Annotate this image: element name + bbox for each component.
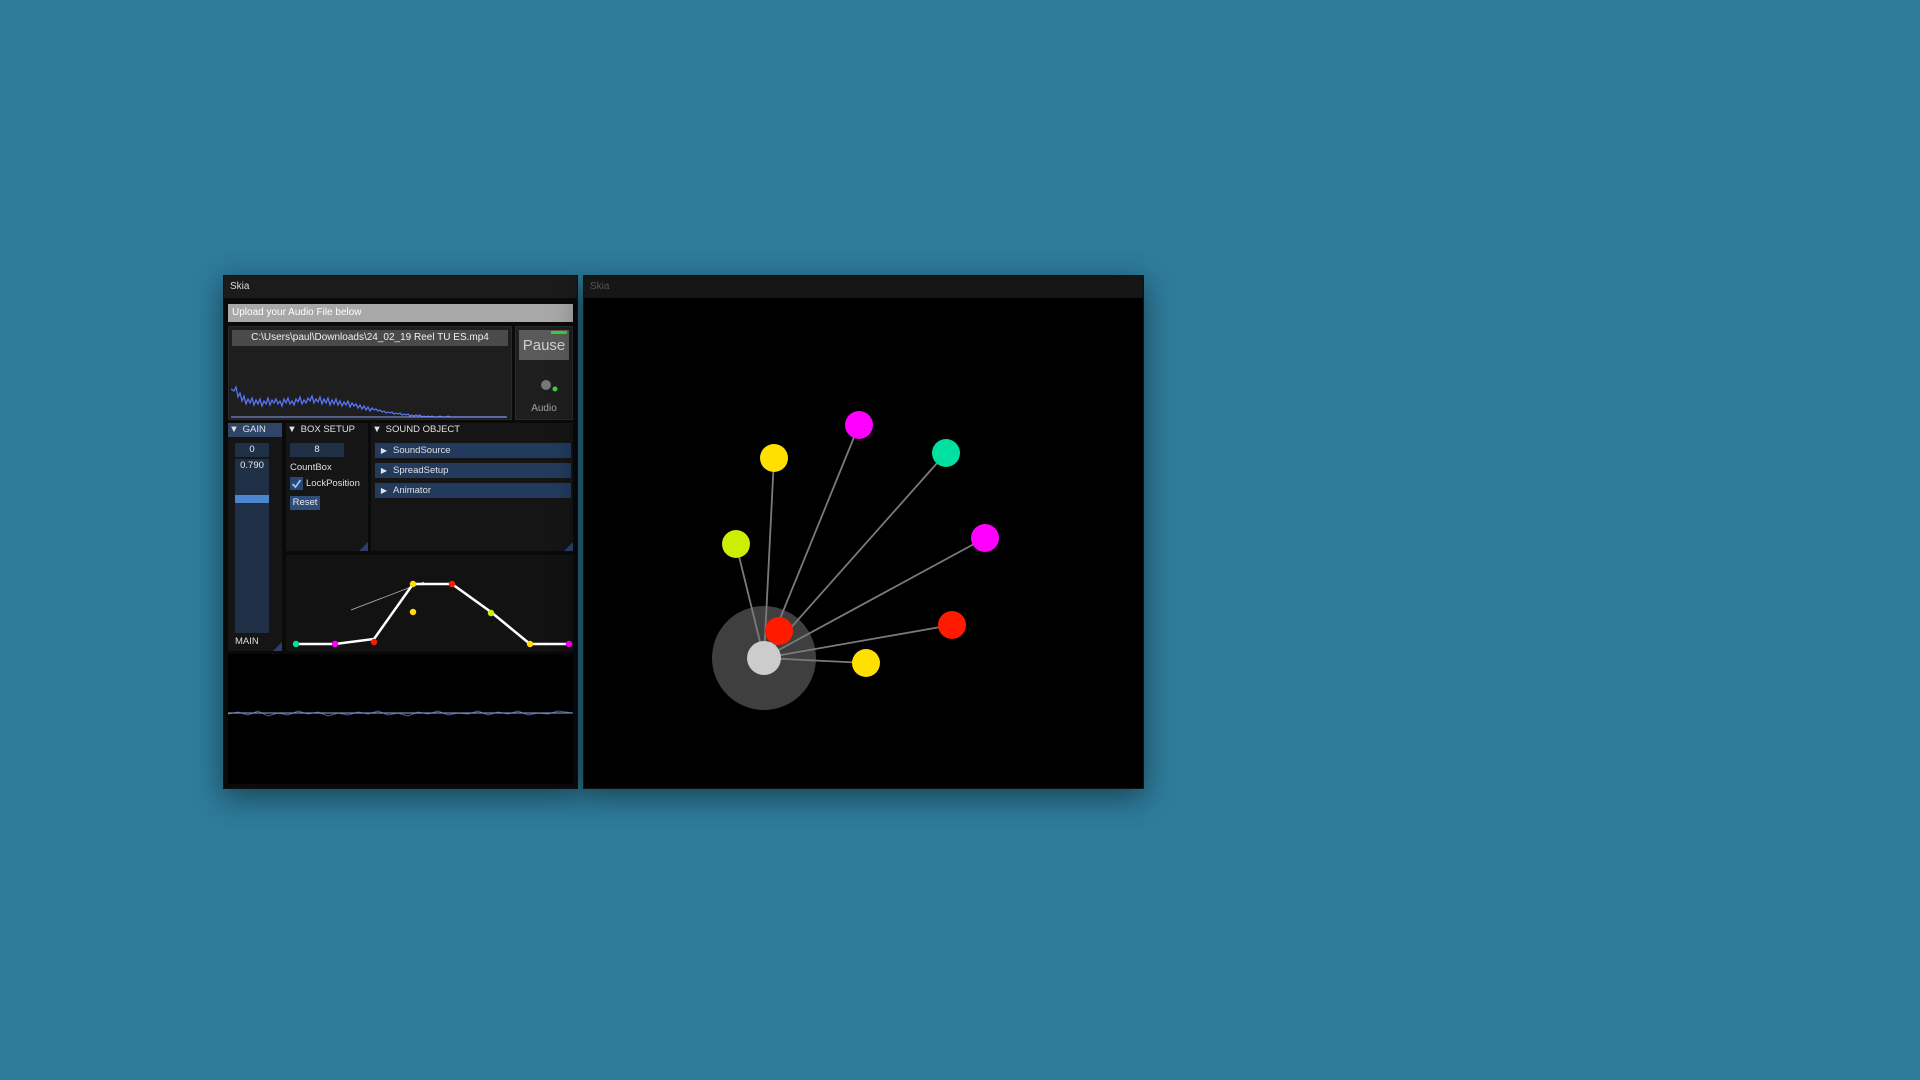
curve-point[interactable] (331, 640, 339, 648)
sound-source-node[interactable] (932, 439, 960, 467)
triangle-down-icon: ▼ (372, 424, 382, 435)
lock-position-checkbox[interactable] (290, 477, 303, 490)
triangle-down-icon: ▼ (287, 424, 297, 435)
gain-header-label: GAIN (242, 424, 266, 435)
sound-source-node[interactable] (760, 444, 788, 472)
visualizer-window: Skia (583, 275, 1144, 789)
playback-panel: Pause Audio (515, 326, 573, 420)
reset-button[interactable]: Reset (290, 496, 320, 510)
sound-item-label: SpreadSetup (393, 465, 449, 476)
triangle-right-icon: ▶ (380, 466, 388, 475)
audio-label: Audio (531, 403, 557, 414)
spectrum-graph (231, 385, 507, 418)
resize-handle[interactable] (273, 642, 282, 651)
window-title: Skia (224, 276, 577, 298)
output-waveform (227, 654, 574, 784)
curve-point[interactable] (409, 608, 417, 616)
curve-point[interactable] (292, 640, 300, 648)
gain-header[interactable]: ▼ GAIN (228, 423, 282, 437)
curve-point[interactable] (487, 609, 495, 617)
sound-object-header[interactable]: ▼ SOUND OBJECT (371, 423, 573, 437)
gain-slider[interactable] (235, 473, 269, 633)
gain-panel: ▼ GAIN 0 0.790 MAIN (228, 423, 282, 651)
check-icon (291, 479, 302, 489)
sound-item-label: SoundSource (393, 445, 451, 456)
triangle-right-icon: ▶ (380, 486, 388, 495)
output-waveform-graph (227, 710, 574, 717)
curve-point[interactable] (370, 638, 378, 646)
file-path-field[interactable]: C:\Users\paul\Downloads\24_02_19 Reel TU… (232, 330, 508, 346)
sound-object-panel: ▼ SOUND OBJECT ▶ SoundSource ▶ SpreadSetup… (371, 423, 573, 551)
sound-source-node[interactable] (852, 649, 880, 677)
waveform-panel: C:\Users\paul\Downloads\24_02_19 Reel TU… (228, 326, 512, 420)
sound-source-node[interactable] (765, 617, 793, 645)
gain-min-field[interactable]: 0 (235, 443, 269, 457)
playing-indicator (551, 331, 567, 334)
curve-point[interactable] (409, 580, 417, 588)
audio-status-icon (541, 380, 558, 392)
resize-handle[interactable] (359, 542, 368, 551)
curve-line (296, 582, 569, 646)
gain-value-field[interactable]: 0.790 (235, 459, 269, 473)
curve-point[interactable] (526, 640, 534, 648)
listener-center-node[interactable] (747, 641, 781, 675)
control-window: Skia Upload your Audio File below C:\Use… (223, 275, 578, 789)
triangle-down-icon: ▼ (229, 424, 239, 435)
triangle-right-icon: ▶ (380, 446, 388, 455)
pause-button[interactable]: Pause (519, 330, 569, 360)
sound-source-node[interactable] (938, 611, 966, 639)
count-box-label: CountBox (290, 462, 332, 473)
lock-position-row[interactable]: LockPosition (290, 477, 360, 491)
sound-object-visualizer[interactable] (584, 298, 1141, 786)
animation-curve-editor[interactable] (286, 555, 573, 651)
curve-point[interactable] (565, 640, 573, 648)
resize-handle[interactable] (564, 542, 573, 551)
window-title: Skia (584, 276, 1143, 298)
main-label: MAIN (235, 636, 259, 647)
sound-object-header-label: SOUND OBJECT (385, 424, 461, 435)
sound-source-item[interactable]: ▶ SoundSource (375, 443, 571, 458)
lock-position-label: LockPosition (306, 478, 360, 490)
box-setup-header-label: BOX SETUP (300, 424, 356, 435)
gain-slider-handle[interactable] (235, 495, 269, 503)
count-box-input[interactable]: 8 (290, 443, 344, 457)
animator-item[interactable]: ▶ Animator (375, 483, 571, 498)
upload-audio-bar[interactable]: Upload your Audio File below (228, 304, 573, 322)
spread-setup-item[interactable]: ▶ SpreadSetup (375, 463, 571, 478)
sound-source-node[interactable] (845, 411, 873, 439)
curve-graph[interactable] (286, 555, 573, 651)
box-setup-header[interactable]: ▼ BOX SETUP (286, 423, 368, 437)
curve-point[interactable] (448, 580, 456, 588)
box-setup-panel: ▼ BOX SETUP 8 CountBox LockPosition Rese… (286, 423, 368, 551)
sound-source-node[interactable] (722, 530, 750, 558)
sound-item-label: Animator (393, 485, 432, 496)
sound-source-node[interactable] (971, 524, 999, 552)
